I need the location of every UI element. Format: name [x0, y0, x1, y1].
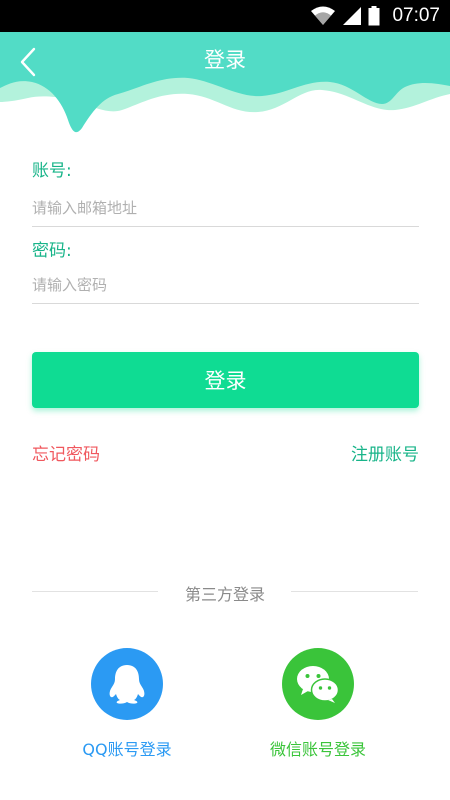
forgot-password-link[interactable]: 忘记密码	[32, 440, 100, 465]
status-icons: 07:07	[310, 5, 440, 27]
register-link[interactable]: 注册账号	[351, 440, 419, 465]
login-button[interactable]: 登录	[32, 352, 419, 408]
wechat-bubbles-icon	[297, 666, 340, 703]
wechat-login-label[interactable]: 微信账号登录	[270, 736, 366, 760]
battery-icon	[368, 6, 380, 26]
password-label: 密码:	[32, 241, 72, 261]
clock: 07:07	[392, 5, 440, 26]
qq-login-button[interactable]: QQ账号登录	[47, 648, 207, 760]
qq-icon-circle[interactable]	[91, 648, 163, 720]
third-party-title: 第三方登录	[184, 585, 265, 604]
wechat-login-button[interactable]: 微信账号登录	[238, 648, 398, 760]
qq-login-label[interactable]: QQ账号登录	[82, 736, 171, 760]
qq-penguin-icon	[109, 665, 145, 704]
account-input[interactable]	[32, 190, 419, 227]
status-bar: 07:07	[0, 0, 450, 32]
password-input[interactable]	[32, 267, 419, 304]
account-label: 账号:	[32, 161, 72, 181]
signal-icon	[343, 7, 362, 25]
wifi-icon	[311, 6, 336, 25]
header: 登录	[0, 32, 450, 136]
page-title: 登录	[204, 48, 246, 72]
wechat-icon-circle[interactable]	[282, 648, 354, 720]
